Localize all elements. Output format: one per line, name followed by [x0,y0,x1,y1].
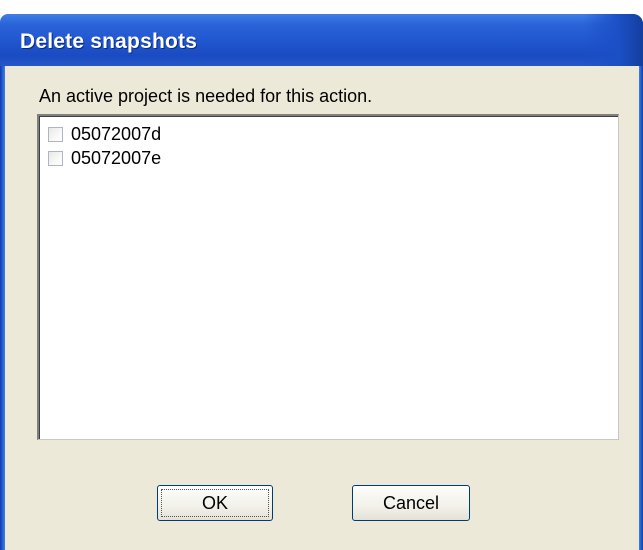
snapshot-checkbox[interactable] [48,126,63,142]
ok-button[interactable]: OK [157,485,273,521]
cancel-button[interactable]: Cancel [352,485,470,521]
title-bar[interactable]: Delete snapshots [0,14,643,66]
snapshot-item[interactable]: 05072007e [48,147,161,169]
dialog-title: Delete snapshots [20,30,198,53]
snapshot-label: 05072007e [71,147,162,168]
snapshot-checkbox[interactable] [48,150,63,166]
ok-button-label: OK [201,492,228,513]
snapshot-list[interactable]: 05072007d 05072007e [37,114,619,440]
snapshot-label: 05072007d [71,123,162,144]
snapshot-list-inner: 05072007d 05072007e [39,116,618,439]
snapshot-item[interactable]: 05072007d [48,123,161,145]
cancel-button-label: Cancel [382,492,440,513]
dialog-body: An active project is needed for this act… [5,66,639,550]
info-message: An active project is needed for this act… [39,86,373,106]
delete-snapshots-dialog: Delete snapshots An active project is ne… [0,0,643,550]
window-frame-right [639,66,643,550]
